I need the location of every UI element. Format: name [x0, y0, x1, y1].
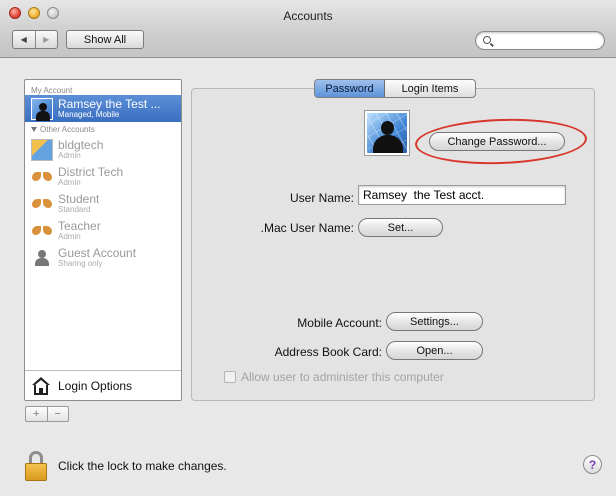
account-name: Guest Account — [58, 247, 137, 260]
allow-admin-row: Allow user to administer this computer — [224, 370, 444, 384]
allow-admin-label: Allow user to administer this computer — [241, 370, 444, 384]
show-all-button[interactable]: Show All — [66, 30, 144, 49]
account-item-student[interactable]: Student Standard — [25, 190, 181, 217]
account-role: Standard — [58, 204, 91, 214]
guest-user-icon — [31, 247, 53, 269]
account-role: Admin — [58, 150, 81, 160]
account-item-guest[interactable]: Guest Account Sharing only — [25, 244, 181, 271]
account-item-teacher[interactable]: Teacher Admin — [25, 217, 181, 244]
other-accounts-label: Other Accounts — [40, 124, 95, 134]
window-title: Accounts — [283, 9, 333, 23]
accounts-list: My Account Ramsey the Test ... Managed, … — [24, 79, 182, 401]
mobile-settings-button[interactable]: Settings... — [386, 312, 483, 331]
add-account-button[interactable]: + — [26, 407, 47, 421]
search-field[interactable] — [475, 31, 605, 50]
user-name-label: User Name: — [289, 191, 354, 205]
account-name: District Tech — [58, 166, 124, 179]
account-item-bldgtech[interactable]: bldgtech Admin — [25, 136, 181, 163]
set-mac-name-button[interactable]: Set... — [358, 218, 443, 237]
address-book-label: Address Book Card: — [274, 345, 382, 359]
lock-message: Click the lock to make changes. — [58, 459, 227, 473]
mobile-account-label: Mobile Account: — [297, 316, 382, 330]
search-icon — [483, 36, 491, 44]
remove-account-button[interactable]: − — [46, 407, 69, 421]
house-icon — [31, 376, 51, 396]
account-item-district-tech[interactable]: District Tech Admin — [25, 163, 181, 190]
tab-bar: Password Login Items — [314, 79, 476, 98]
login-options-label: Login Options — [58, 378, 133, 393]
account-name: Teacher — [58, 220, 101, 233]
butterfly-icon — [31, 220, 53, 242]
forward-button[interactable]: ▶ — [34, 31, 58, 48]
account-role: Managed, Mobile — [58, 109, 120, 119]
tab-password[interactable]: Password — [315, 80, 385, 97]
other-accounts-header[interactable]: Other Accounts — [25, 122, 181, 136]
user-avatar-icon — [31, 138, 53, 161]
user-picture[interactable] — [365, 111, 409, 155]
help-button[interactable]: ? — [583, 455, 602, 474]
tab-login-items[interactable]: Login Items — [385, 80, 475, 97]
accounts-window: Accounts ◀ ▶ Show All My Account Ramsey … — [0, 0, 616, 496]
add-remove-control: + − — [25, 406, 69, 422]
disclosure-triangle-icon — [31, 126, 37, 132]
account-role: Sharing only — [58, 258, 103, 268]
allow-admin-checkbox[interactable] — [224, 371, 236, 383]
back-forward-control: ◀ ▶ — [12, 30, 58, 49]
mac-user-name-label: .Mac User Name: — [260, 221, 354, 235]
my-account-header: My Account — [31, 86, 73, 95]
account-item-ramsey[interactable]: Ramsey the Test ... Managed, Mobile — [25, 95, 181, 122]
butterfly-icon — [31, 166, 53, 188]
account-name: Student — [58, 193, 100, 206]
user-avatar-icon — [31, 97, 53, 121]
account-role: Admin — [58, 177, 81, 187]
address-book-open-button[interactable]: Open... — [386, 341, 483, 360]
search-input[interactable] — [496, 34, 598, 47]
account-name: Ramsey the Test ... — [58, 98, 161, 111]
account-role: Admin — [58, 231, 81, 241]
bottom-bar: Click the lock to make changes. ? — [0, 440, 616, 496]
account-name: bldgtech — [58, 139, 104, 152]
lock-icon[interactable] — [25, 451, 47, 481]
back-button[interactable]: ◀ — [13, 31, 35, 48]
butterfly-icon — [31, 193, 53, 215]
login-options-item[interactable]: Login Options — [25, 370, 181, 400]
window-toolbar: Accounts ◀ ▶ Show All — [0, 0, 616, 58]
user-name-field[interactable] — [358, 185, 566, 205]
